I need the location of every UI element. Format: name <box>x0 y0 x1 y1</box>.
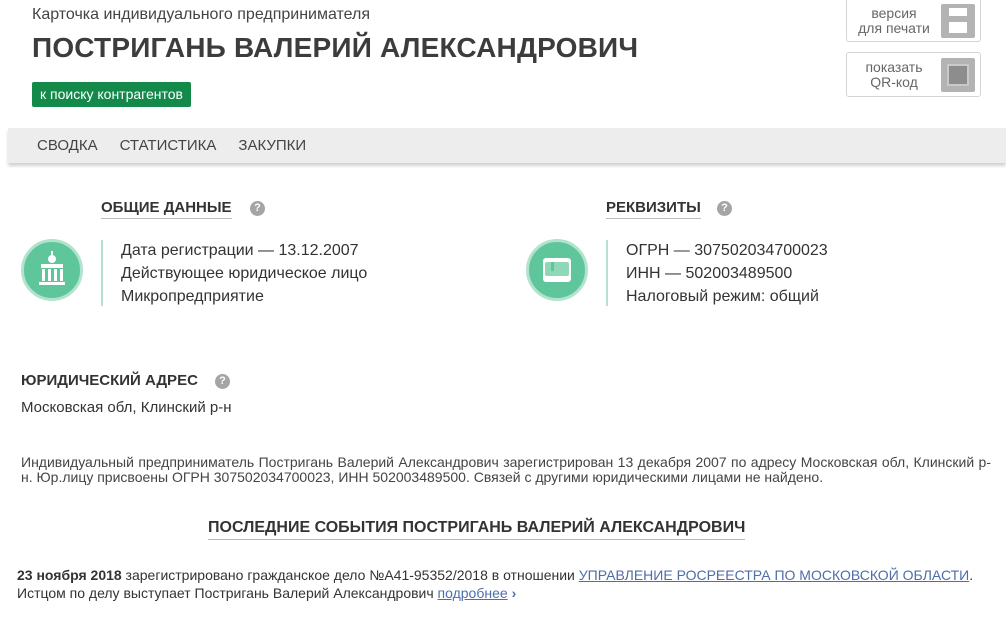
document-folder-icon <box>526 239 588 301</box>
requisites-title: РЕКВИЗИТЫ <box>606 199 701 219</box>
tab-bar: СВОДКА СТАТИСТИКА ЗАКУПКИ <box>8 128 1006 163</box>
tab-statistics[interactable]: СТАТИСТИКА <box>120 137 217 154</box>
page-title: ПОСТРИГАНЬ ВАЛЕРИЙ АЛЕКСАНДРОВИЧ <box>32 32 639 63</box>
general-info: Дата регистрации — 13.12.2007 Действующе… <box>121 239 367 308</box>
ogrn-value: ОГРН — 307502034700023 <box>626 242 828 259</box>
tab-purchases[interactable]: ЗАКУПКИ <box>238 137 306 154</box>
enterprise-size: Микропредприятие <box>121 288 264 305</box>
qr-code-icon <box>941 57 975 92</box>
card-type-label: Карточка индивидуального предпринимателя <box>32 6 371 23</box>
general-divider <box>101 240 103 306</box>
printer-icon <box>941 3 975 38</box>
legal-address-value: Московская обл, Клинский р-н <box>21 399 232 416</box>
registration-date: Дата регистрации — 13.12.2007 <box>121 242 359 259</box>
event-text: зарегистрировано гражданское дело №А41-9… <box>121 567 579 583</box>
events-title: ПОСЛЕДНИЕ СОБЫТИЯ ПОСТРИГАНЬ ВАЛЕРИЙ АЛЕ… <box>208 519 746 540</box>
government-building-icon <box>21 239 83 301</box>
legal-address-title: ЮРИДИЧЕСКИЙ АДРЕС <box>21 372 198 389</box>
more-details-link[interactable]: подробнее <box>438 585 508 601</box>
summary-paragraph: Индивидуальный предприниматель Постриган… <box>21 454 991 485</box>
address-help-icon[interactable]: ? <box>215 374 230 389</box>
tab-summary[interactable]: СВОДКА <box>37 137 98 154</box>
legal-status: Действующее юридическое лицо <box>121 265 368 282</box>
requisites-info: ОГРН — 307502034700023 ИНН — 50200348950… <box>626 239 828 308</box>
back-to-search-button[interactable]: к поиску контрагентов <box>32 82 191 107</box>
show-qr-label: показать QR-код <box>865 58 923 90</box>
print-version-button[interactable]: версия для печати <box>846 0 981 42</box>
event-item: 23 ноября 2018 зарегистрировано гражданс… <box>17 566 977 602</box>
show-qr-button[interactable]: показать QR-код <box>846 52 981 97</box>
print-version-label: версия для печати <box>858 4 930 36</box>
chevron-right-icon[interactable]: › <box>512 585 517 601</box>
requisites-help-icon[interactable]: ? <box>717 201 732 216</box>
event-date: 23 ноября 2018 <box>17 567 122 583</box>
tax-regime: Налоговый режим: общий <box>626 288 819 305</box>
inn-value: ИНН — 502003489500 <box>626 265 793 282</box>
general-help-icon[interactable]: ? <box>250 201 265 216</box>
general-data-title: ОБЩИЕ ДАННЫЕ <box>101 199 232 219</box>
requisites-divider <box>606 240 608 306</box>
counterparty-link[interactable]: УПРАВЛЕНИЕ РОСРЕЕСТРА ПО МОСКОВСКОЙ ОБЛА… <box>579 567 969 583</box>
